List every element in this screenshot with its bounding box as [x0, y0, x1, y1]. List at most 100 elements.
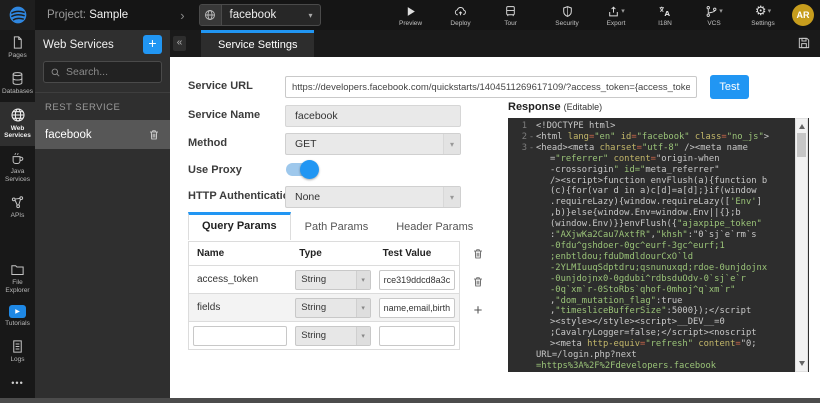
globe-icon: [10, 107, 26, 123]
http-auth-select[interactable]: None ▾: [285, 186, 461, 208]
app-logo[interactable]: [0, 0, 35, 30]
vcs-button[interactable]: ▾ VCS: [694, 4, 734, 27]
bus-icon: [504, 4, 517, 19]
service-selector-dropdown[interactable]: facebook ▾: [199, 4, 321, 26]
coffee-cup-icon: [10, 151, 25, 166]
i18n-button[interactable]: A I18N: [645, 4, 685, 27]
deploy-button[interactable]: Deploy: [441, 4, 481, 27]
main-content: « Service Settings Service URL Test Serv…: [170, 30, 820, 398]
sidebar-item-file-explorer[interactable]: File Explorer: [0, 257, 35, 301]
use-proxy-toggle[interactable]: [286, 163, 317, 176]
param-type-select[interactable]: String▾: [295, 298, 370, 318]
chevron-down-icon: ▾: [443, 187, 460, 207]
branch-icon: [705, 5, 718, 18]
toolbar-right: Security ▾ Export A I18N ▾ VCS ⚙▾ Settin…: [547, 4, 820, 27]
security-button[interactable]: Security: [547, 4, 587, 27]
export-button[interactable]: ▾ Export: [596, 4, 636, 27]
shield-icon: [561, 4, 574, 19]
page-icon: [10, 35, 25, 50]
sidebar-item-web-services[interactable]: Web Services: [0, 102, 35, 147]
response-label: Response (Editable): [508, 101, 602, 113]
log-file-icon: [10, 339, 25, 354]
response-code-lines: 1<!DOCTYPE html>2-<html lang="en" id="fa…: [510, 121, 795, 372]
param-value-input[interactable]: [379, 298, 455, 318]
collapse-panel-button[interactable]: «: [173, 36, 186, 51]
sidebar-item-tutorials[interactable]: ▶ Tutorials: [0, 300, 35, 334]
gear-icon: ⚙: [755, 3, 767, 19]
toolbar-left: Preview Deploy Tour: [391, 4, 531, 27]
table-row: access_token String▾: [189, 265, 459, 293]
method-select[interactable]: GET ▾: [285, 133, 461, 155]
new-param-value-input[interactable]: [379, 326, 455, 346]
service-selector-value: facebook: [222, 9, 309, 21]
user-avatar[interactable]: AR: [792, 4, 814, 26]
svg-text:A: A: [664, 8, 670, 17]
globe-icon: [200, 4, 222, 26]
test-button[interactable]: Test: [710, 75, 749, 99]
scroll-up-icon[interactable]: [799, 124, 805, 129]
method-label: Method: [188, 137, 227, 149]
response-code-editor[interactable]: 1<!DOCTYPE html>2-<html lang="en" id="fa…: [508, 118, 809, 372]
chevron-down-icon: ▾: [309, 11, 320, 20]
service-list-item-facebook[interactable]: facebook: [35, 120, 170, 149]
tutorial-play-icon: ▶: [9, 305, 26, 318]
search-input[interactable]: [66, 66, 156, 78]
save-icon[interactable]: [797, 36, 811, 50]
sidebar-item-databases[interactable]: Databases: [0, 66, 35, 102]
project-breadcrumb: Project: Sample: [47, 9, 128, 21]
service-settings-form: Service URL Test Service Name Method GET…: [170, 57, 820, 398]
left-nav-rail: Pages Databases Web Services Java Servic…: [0, 30, 35, 398]
delete-param-icon[interactable]: [466, 275, 490, 288]
api-nodes-icon: [10, 195, 25, 210]
sidebar-item-java-services[interactable]: Java Services: [0, 146, 35, 190]
scrollbar-thumb[interactable]: [797, 133, 806, 157]
param-value-input[interactable]: [379, 270, 455, 290]
breadcrumb-chevron-icon: ›: [180, 8, 184, 23]
service-name-label: Service Name: [188, 109, 260, 121]
service-search: [43, 61, 162, 83]
panel-title: Web Services: [43, 39, 143, 51]
play-icon: [404, 4, 417, 19]
logo-icon: [8, 5, 28, 25]
tab-path-params[interactable]: Path Params: [291, 215, 383, 240]
delete-param-icon[interactable]: [466, 247, 490, 260]
param-type-select[interactable]: String▾: [295, 270, 370, 290]
chevron-down-icon: ▾: [356, 299, 370, 317]
add-service-button[interactable]: +: [143, 35, 162, 54]
sidebar-item-logs[interactable]: Logs: [0, 334, 35, 370]
tab-header-params[interactable]: Header Params: [382, 215, 487, 240]
table-row-new: String▾: [189, 321, 459, 349]
chevron-down-icon: ▾: [356, 271, 370, 289]
scroll-down-icon[interactable]: [799, 361, 805, 366]
database-icon: [10, 71, 25, 86]
cloud-upload-icon: [453, 4, 468, 19]
project-name: Sample: [89, 9, 128, 21]
translate-icon: A: [658, 4, 672, 19]
param-type-select[interactable]: String▾: [295, 326, 370, 346]
sidebar-item-pages[interactable]: Pages: [0, 30, 35, 66]
delete-service-icon[interactable]: [148, 128, 160, 141]
rest-service-section-label: REST SERVICE: [35, 93, 170, 120]
more-options-button[interactable]: •••: [0, 370, 35, 398]
preview-button[interactable]: Preview: [391, 4, 431, 27]
chevron-down-icon: ▾: [356, 327, 370, 345]
new-param-name-input[interactable]: [193, 326, 287, 346]
chevron-down-icon: ▾: [719, 7, 723, 15]
param-name: access_token: [189, 274, 291, 285]
search-icon: [50, 67, 61, 78]
settings-button[interactable]: ⚙▾ Settings: [743, 4, 783, 27]
http-auth-label: HTTP Authentication: [188, 190, 296, 202]
tab-service-settings[interactable]: Service Settings: [201, 30, 314, 57]
editor-scrollbar[interactable]: [795, 118, 808, 372]
use-proxy-label: Use Proxy: [188, 164, 242, 176]
tab-query-params[interactable]: Query Params: [188, 212, 291, 240]
chevron-down-icon: ▾: [443, 134, 460, 154]
param-tabs: Query Params Path Params Header Params: [188, 213, 487, 240]
add-param-button[interactable]: +: [466, 303, 490, 318]
service-url-label: Service URL: [188, 80, 253, 92]
service-url-input[interactable]: [285, 76, 697, 98]
tour-button[interactable]: Tour: [491, 4, 531, 27]
sidebar-item-apis[interactable]: APIs: [0, 190, 35, 226]
service-name-input[interactable]: [285, 105, 461, 127]
top-bar: Project: Sample › facebook ▾ Preview Dep…: [0, 0, 820, 30]
